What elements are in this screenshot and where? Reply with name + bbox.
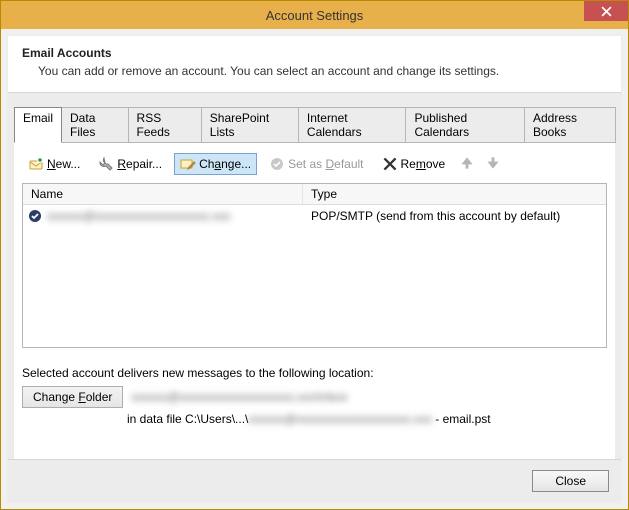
tab-address-books[interactable]: Address Books <box>524 107 616 143</box>
tab-row: Email Data Files RSS Feeds SharePoint Li… <box>8 93 621 143</box>
arrow-down-icon <box>485 155 501 171</box>
toolbar: New... Repair... Change... <box>22 151 607 183</box>
tab-published-calendars[interactable]: Published Calendars <box>405 107 525 143</box>
set-default-label: efault <box>334 157 363 171</box>
arrow-up-icon <box>459 155 475 171</box>
account-type: POP/SMTP (send from this account by defa… <box>303 208 606 224</box>
move-up-button <box>457 155 477 173</box>
remove-icon <box>382 156 398 172</box>
change-button[interactable]: Change... <box>174 153 257 175</box>
window-close-button[interactable] <box>584 1 628 21</box>
close-button[interactable]: Close <box>532 470 609 492</box>
col-header-type[interactable]: Type <box>303 184 606 204</box>
header-panel: Email Accounts You can add or remove an … <box>8 36 621 93</box>
close-icon <box>601 6 612 17</box>
repair-label: epair... <box>126 157 162 171</box>
col-header-name[interactable]: Name <box>23 184 303 204</box>
list-row[interactable]: xxxxxx@xxxxxxxxxxxxxxxxxxx.xxx POP/SMTP … <box>23 205 606 225</box>
header-subtext: You can add or remove an account. You ca… <box>38 64 607 78</box>
account-name: xxxxxx@xxxxxxxxxxxxxxxxxxx.xxx <box>47 209 231 223</box>
default-account-icon <box>27 208 43 224</box>
change-icon <box>180 156 196 172</box>
move-down-button <box>483 155 503 173</box>
tab-data-files[interactable]: Data Files <box>61 107 129 143</box>
set-default-button: Set as Default <box>263 153 369 175</box>
tab-rss-feeds[interactable]: RSS Feeds <box>128 107 202 143</box>
titlebar: Account Settings <box>1 1 628 29</box>
repair-button[interactable]: Repair... <box>92 153 168 175</box>
list-header: Name Type <box>23 184 606 205</box>
tab-email[interactable]: Email <box>14 107 62 143</box>
repair-icon <box>98 156 114 172</box>
change-label: nge... <box>221 157 251 171</box>
tab-content: New... Repair... Change... <box>14 142 615 459</box>
remove-button[interactable]: Remove <box>376 153 452 175</box>
check-circle-icon <box>269 156 285 172</box>
new-icon <box>28 156 44 172</box>
window-title: Account Settings <box>1 8 628 23</box>
dialog-body: Email Accounts You can add or remove an … <box>7 35 622 503</box>
remove-label: ove <box>426 157 445 171</box>
new-label: ew... <box>56 157 81 171</box>
delivery-heading: Selected account delivers new messages t… <box>22 366 607 380</box>
account-settings-window: Account Settings Email Accounts You can … <box>0 0 629 510</box>
delivery-section: Selected account delivers new messages t… <box>22 366 607 426</box>
tab-internet-calendars[interactable]: Internet Calendars <box>298 107 407 143</box>
header-heading: Email Accounts <box>22 46 607 60</box>
delivery-path: in data file C:\Users\...\xxxxxx@xxxxxxx… <box>127 412 607 426</box>
change-folder-button[interactable]: Change Folder <box>22 386 123 408</box>
footer: Close <box>8 459 621 502</box>
delivery-location: xxxxxx@xxxxxxxxxxxxxxxxxxx.xxx\Inbox <box>131 390 347 404</box>
accounts-list[interactable]: Name Type xxxxxx@xxxxxxxxxxxxxxxxxxx.xxx… <box>22 183 607 348</box>
new-button[interactable]: New... <box>22 153 86 175</box>
tab-sharepoint-lists[interactable]: SharePoint Lists <box>201 107 299 143</box>
